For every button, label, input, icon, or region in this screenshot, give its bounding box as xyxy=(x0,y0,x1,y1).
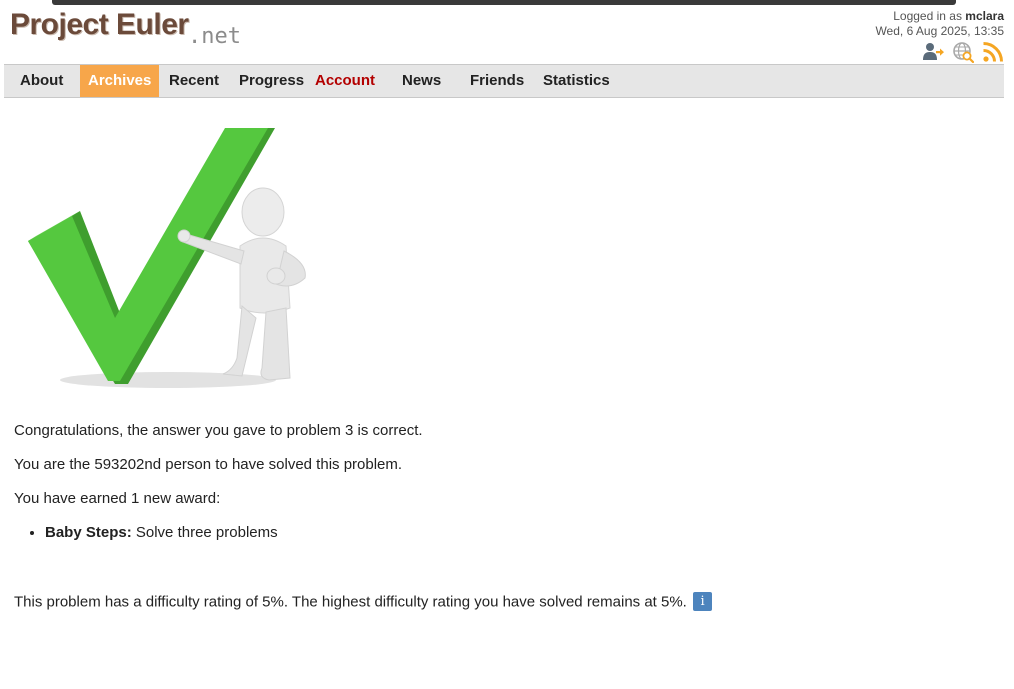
nav-statistics[interactable]: Statistics xyxy=(535,65,618,97)
nav-account[interactable]: Account xyxy=(307,65,383,97)
nav-recent[interactable]: Recent xyxy=(161,65,227,97)
site-header: Project Euler .net Logged in as mclara W… xyxy=(0,5,1014,65)
sign-out-icon[interactable] xyxy=(922,41,944,63)
solver-count-message: You are the 593202nd person to have solv… xyxy=(14,456,403,473)
nav-news[interactable]: News xyxy=(394,65,449,97)
nav-friends[interactable]: Friends xyxy=(462,65,532,97)
world-search-icon[interactable] xyxy=(952,41,974,63)
user-info: Logged in as mclara Wed, 6 Aug 2025, 13:… xyxy=(875,9,1004,39)
info-icon[interactable]: i xyxy=(693,592,713,611)
logo-suffix: .net xyxy=(188,24,241,49)
award-intro: You have earned 1 new award: xyxy=(14,490,221,507)
correct-message: Congratulations, the answer you gave to … xyxy=(14,422,423,439)
rss-icon[interactable] xyxy=(982,41,1004,63)
award-list: Baby Steps: Solve three problems xyxy=(14,524,994,542)
header-icon-bar xyxy=(922,41,1004,63)
difficulty-text: This problem has a difficulty rating of … xyxy=(14,593,687,611)
nav-about[interactable]: About xyxy=(12,65,71,97)
award-item: Baby Steps: Solve three problems xyxy=(45,524,994,542)
username: mclara xyxy=(965,9,1004,23)
logged-in-label: Logged in as xyxy=(893,9,962,23)
main-nav: About Archives Recent Progress Account N… xyxy=(4,64,1004,98)
difficulty-message: This problem has a difficulty rating of … xyxy=(14,592,994,612)
award-name: Baby Steps: xyxy=(45,524,132,541)
logo-text: Project Euler xyxy=(10,8,189,41)
logged-in-line: Logged in as mclara xyxy=(875,9,1004,24)
current-datetime: Wed, 6 Aug 2025, 13:35 xyxy=(875,24,1004,38)
correct-checkmark-figure xyxy=(28,128,306,388)
award-description: Solve three problems xyxy=(135,524,278,541)
nav-archives[interactable]: Archives xyxy=(80,65,160,97)
nav-progress[interactable]: Progress xyxy=(231,65,312,97)
result-content: Congratulations, the answer you gave to … xyxy=(14,422,994,628)
site-logo[interactable]: Project Euler .net xyxy=(10,8,260,54)
